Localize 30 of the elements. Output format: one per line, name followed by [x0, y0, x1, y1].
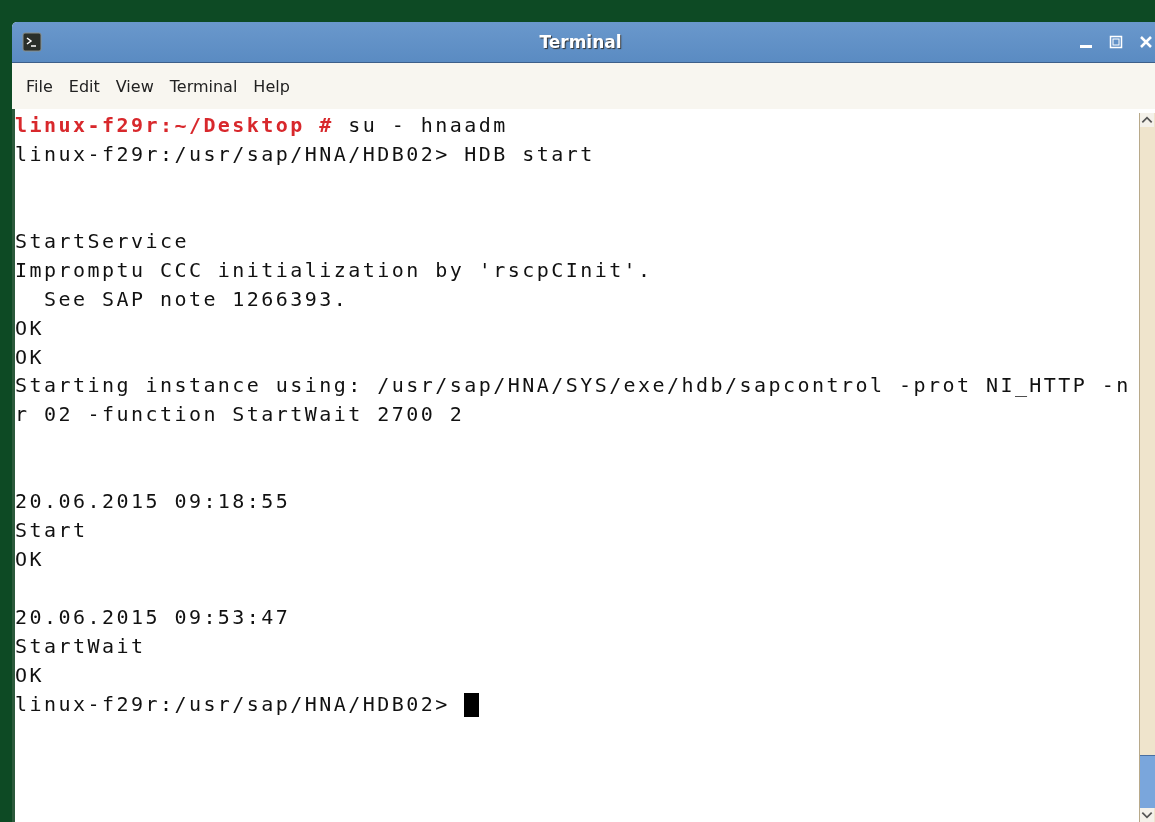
terminal-command: su - hnaadm — [347, 113, 508, 137]
shell-prompt: linux-f29r:/usr/sap/HNA/HDB02> — [15, 691, 451, 716]
terminal-output: OK — [15, 547, 44, 572]
terminal-output: StartWait — [15, 633, 146, 658]
root-prompt: linux-f29r:~/Desktop # — [15, 113, 334, 137]
terminal-output: r 02 -function StartWait 2700 2 — [15, 402, 465, 427]
terminal-output: 20.06.2015 09:53:47 — [15, 604, 291, 629]
terminal-output: StartService — [15, 228, 189, 253]
terminal-output: OK — [15, 344, 44, 369]
scrollbar-thumb[interactable] — [1140, 755, 1155, 808]
scroll-up-icon[interactable] — [1140, 113, 1154, 127]
terminal-output: 20.06.2015 09:18:55 — [15, 489, 291, 514]
terminal-output: Start — [15, 518, 88, 543]
menu-item[interactable]: Help — [245, 76, 298, 96]
menu-item[interactable]: File — [18, 76, 61, 96]
maximize-icon[interactable] — [1109, 35, 1123, 49]
terminal-output: See SAP note 1266393. — [42, 286, 349, 311]
terminal-output: OK — [15, 662, 44, 687]
menu-item[interactable]: Edit — [60, 76, 108, 96]
terminal-output: linux-f29r:/usr/sap/HNA/HDB02> HDB start — [15, 141, 595, 166]
terminal-icon — [22, 32, 42, 52]
terminal-output: Impromptu CCC initialization by 'rscpCInit'. — [15, 257, 653, 282]
menu-item[interactable]: Terminal — [161, 76, 246, 96]
window-title: Terminal — [539, 32, 622, 52]
close-icon[interactable] — [1139, 35, 1153, 49]
terminal-output: Starting instance using: /usr/sap/HNA/SYS/exe/hdb/sapcontrol -prot NI_HTTP -n — [15, 373, 1131, 398]
terminal-output: OK — [15, 315, 44, 340]
text-cursor — [464, 693, 480, 718]
menu-item[interactable]: View — [107, 76, 162, 96]
scroll-down-icon[interactable] — [1140, 808, 1154, 822]
